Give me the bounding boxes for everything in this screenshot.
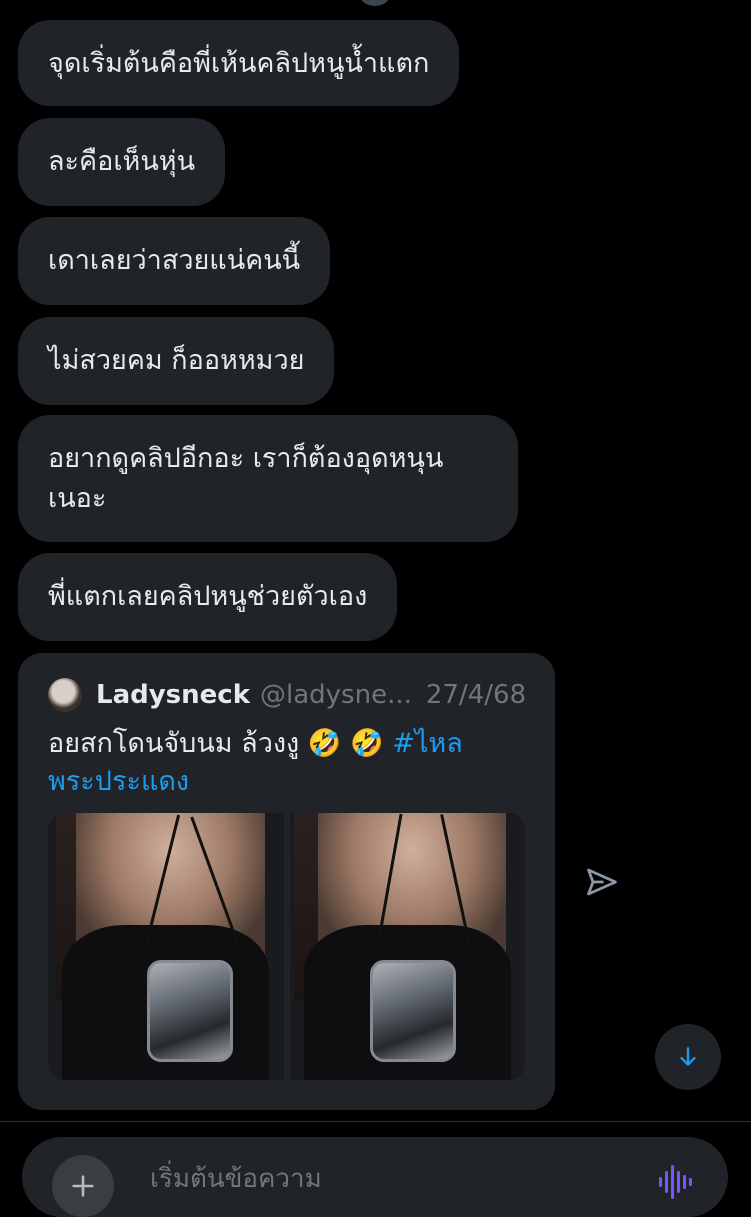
image-detail <box>146 959 233 1062</box>
quoted-post-body: อยสกโดนจับนม ล้วงงู 🤣 🤣 <box>48 728 384 759</box>
quoted-post-header: Ladysneck @ladysne... 27/4/68 <box>48 673 526 717</box>
plus-icon <box>72 1175 94 1197</box>
media-image[interactable] <box>48 813 284 1080</box>
message-text: พี่แตกเลยคลิปหนูช่วยตัวเอง <box>48 581 368 612</box>
image-detail <box>369 959 456 1062</box>
message-text: ละคือเห็นหุ่น <box>48 146 196 177</box>
quoted-post-text: อยสกโดนจับนม ล้วงงู 🤣 🤣 #ไหลพระประแดง <box>48 725 518 801</box>
message-text: อยากดูคลิปอีกอะ เราก็ต้องอุดหนุน เนอะ <box>48 443 444 514</box>
voice-wave-icon[interactable] <box>658 1165 694 1199</box>
media-image[interactable] <box>289 813 525 1080</box>
quoted-post-media <box>48 813 525 1080</box>
message-bubble[interactable]: อยากดูคลิปอีกอะ เราก็ต้องอุดหนุน เนอะ <box>18 415 518 542</box>
scroll-to-bottom-button[interactable] <box>655 1024 721 1090</box>
arrow-down-icon <box>680 1047 696 1066</box>
message-text: เดาเลยว่าสวยแน่คนนี้ <box>48 245 301 276</box>
message-text: ไม่สวยคม ก็ออหหมวย <box>48 345 305 376</box>
quoted-author-handle: @ladysne... <box>260 680 412 710</box>
message-text: จุดเริ่มต้นคือพี่เห้นคลิปหนูน้ำแตก <box>48 48 430 79</box>
add-media-button[interactable] <box>52 1155 114 1217</box>
quoted-post-card[interactable]: Ladysneck @ladysne... 27/4/68 อยสกโดนจับ… <box>18 653 555 1110</box>
message-bubble[interactable]: ไม่สวยคม ก็ออหหมวย <box>18 317 335 405</box>
message-composer <box>22 1137 728 1217</box>
share-send-icon[interactable] <box>584 864 620 900</box>
composer-divider <box>0 1121 751 1122</box>
message-bubble[interactable]: ละคือเห็นหุ่น <box>18 118 226 206</box>
quoted-post-date: 27/4/68 <box>425 680 527 710</box>
message-bubble[interactable]: จุดเริ่มต้นคือพี่เห้นคลิปหนูน้ำแตก <box>18 20 460 106</box>
header-avatar[interactable] <box>360 0 390 6</box>
quoted-author-name[interactable]: Ladysneck <box>96 680 250 710</box>
message-bubble[interactable]: พี่แตกเลยคลิปหนูช่วยตัวเอง <box>18 553 398 641</box>
message-bubble[interactable]: เดาเลยว่าสวยแน่คนนี้ <box>18 217 331 305</box>
quoted-author-avatar[interactable] <box>48 678 82 712</box>
message-input[interactable] <box>148 1155 632 1203</box>
